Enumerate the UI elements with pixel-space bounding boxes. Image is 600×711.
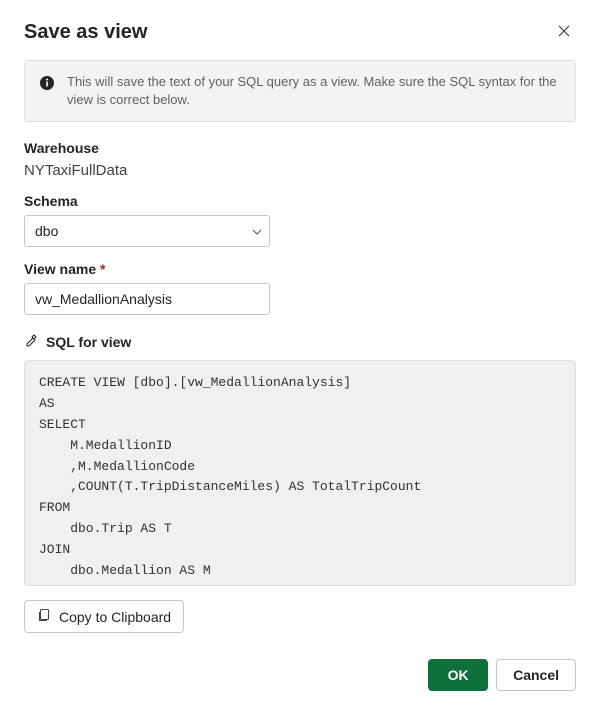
sql-preview[interactable]: CREATE VIEW [dbo].[vw_MedallionAnalysis]… — [24, 360, 576, 586]
copy-icon — [37, 608, 51, 625]
schema-field: Schema — [24, 193, 576, 247]
dialog-header: Save as view — [24, 20, 576, 44]
view-name-label-text: View name — [24, 261, 96, 277]
warehouse-label: Warehouse — [24, 140, 576, 156]
eraser-icon — [24, 333, 38, 350]
info-banner: This will save the text of your SQL quer… — [24, 60, 576, 122]
close-icon — [558, 25, 570, 37]
copy-button-label: Copy to Clipboard — [59, 609, 171, 625]
ok-button[interactable]: OK — [428, 659, 488, 691]
sql-section-header: SQL for view — [24, 333, 576, 350]
sql-section-label: SQL for view — [46, 334, 131, 350]
schema-select[interactable] — [24, 215, 270, 247]
warehouse-value: NYTaxiFullData — [24, 162, 576, 179]
required-marker: * — [100, 261, 105, 277]
close-button[interactable] — [552, 20, 576, 44]
view-name-field: View name * — [24, 261, 576, 315]
dialog-title: Save as view — [24, 21, 147, 44]
warehouse-field: Warehouse NYTaxiFullData — [24, 140, 576, 179]
copy-to-clipboard-button[interactable]: Copy to Clipboard — [24, 600, 184, 633]
info-icon — [39, 75, 55, 96]
view-name-label: View name * — [24, 261, 576, 277]
cancel-button[interactable]: Cancel — [496, 659, 576, 691]
view-name-input[interactable] — [24, 283, 270, 315]
dialog-footer: OK Cancel — [24, 659, 576, 691]
schema-label: Schema — [24, 193, 576, 209]
info-text: This will save the text of your SQL quer… — [67, 73, 561, 109]
